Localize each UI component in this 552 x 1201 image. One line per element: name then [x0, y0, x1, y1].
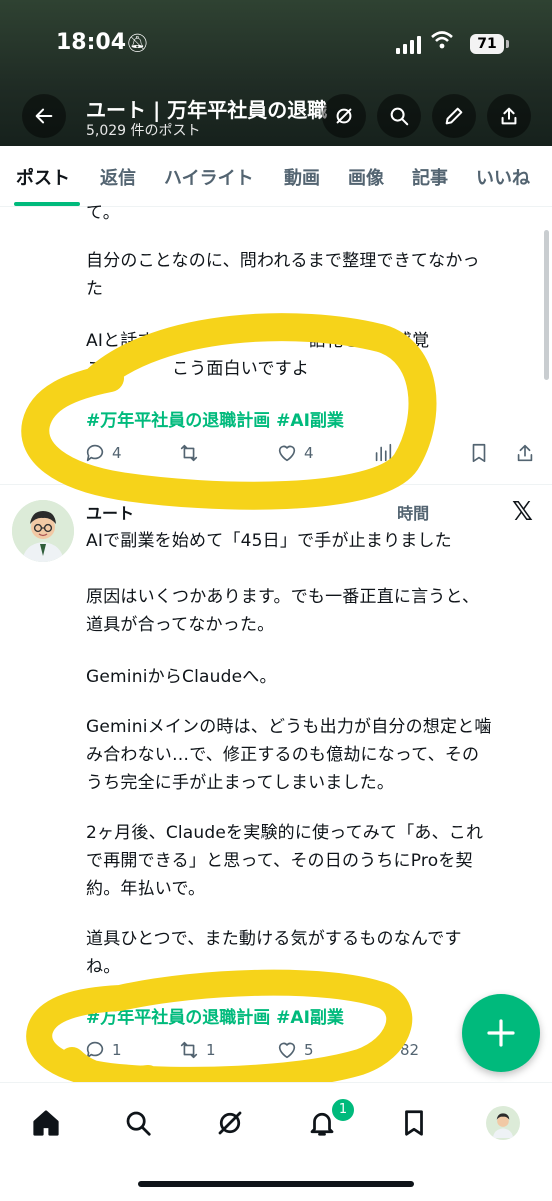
reply-count: 4	[112, 444, 122, 462]
nav-bookmarks[interactable]	[394, 1103, 434, 1143]
views-icon	[375, 1040, 392, 1059]
reply-icon	[86, 1041, 104, 1059]
post-author-row[interactable]: ユート 時間	[86, 500, 429, 524]
heart-icon	[278, 445, 296, 462]
grok-button[interactable]	[322, 94, 366, 138]
cellular-signal-icon	[396, 36, 421, 54]
tab-images[interactable]: 画像	[348, 164, 384, 190]
x-logo-icon: 𝕏	[512, 497, 533, 527]
avatar-illustration	[12, 500, 74, 562]
tab-articles[interactable]: 記事	[412, 164, 448, 190]
post-text-line: AIと話すことで 語化される感覚	[86, 331, 430, 351]
tab-videos[interactable]: 動画	[284, 164, 320, 190]
post-text-line: て。	[86, 203, 120, 223]
reply-button[interactable]: 1	[84, 1039, 122, 1061]
post-text-line: AIで副業を始めて「45日」で手が止まりました	[86, 531, 452, 551]
post-text-line: 道具が合ってなかった。	[86, 615, 275, 635]
repost-button[interactable]	[178, 442, 206, 464]
notification-badge: 1	[330, 1097, 356, 1123]
tab-highlights[interactable]: ハイライト	[164, 164, 254, 190]
plus-icon	[487, 1019, 515, 1047]
repost-button[interactable]: 1	[178, 1039, 216, 1061]
post-text-line: 約。年払いで。	[86, 879, 206, 899]
post-text-line: これ こう面白いですよ	[86, 359, 310, 379]
post-text-line: ね。	[86, 957, 121, 977]
home-icon	[33, 1110, 59, 1136]
heart-icon	[278, 1042, 296, 1059]
tab-likes[interactable]: いいね	[476, 164, 530, 190]
reply-count: 1	[112, 1041, 122, 1059]
search-icon	[390, 107, 409, 126]
views-button[interactable]: 82	[372, 1039, 419, 1061]
share-icon	[501, 107, 517, 125]
views-icon	[375, 443, 392, 462]
search-icon	[126, 1111, 151, 1136]
like-button[interactable]: 5	[276, 1039, 314, 1061]
tab-replies[interactable]: 返信	[100, 164, 136, 190]
nav-grok[interactable]	[210, 1103, 250, 1143]
views-button[interactable]: 4	[372, 442, 410, 464]
repost-icon	[180, 444, 198, 462]
post-text-line: うち完全に手が止まってしまいました。	[86, 773, 395, 793]
post-text-line: み合わない…で、修正するのも億劫になって、その	[86, 745, 480, 765]
post-text-line: 2ヶ月後、Claudeを実験的に使ってみて「あ、これ	[86, 823, 484, 843]
repost-count: 1	[206, 1041, 216, 1059]
nav-home[interactable]	[26, 1103, 66, 1143]
bookmark-button[interactable]	[468, 442, 490, 464]
post-text-line: 道具ひとつで、また動ける気がするものなんです	[86, 929, 462, 949]
wifi-icon	[430, 30, 454, 55]
pencil-icon	[445, 107, 463, 125]
home-indicator	[138, 1181, 414, 1187]
arrow-left-icon	[35, 108, 53, 124]
share-button[interactable]	[487, 94, 531, 138]
reply-icon	[86, 444, 104, 462]
post-hashtags[interactable]: #万年平社員の退職計画 #AI副業	[86, 406, 344, 431]
like-count: 5	[304, 1041, 314, 1059]
grok-icon	[336, 108, 352, 124]
post-text-line: で再開できる」と思って、その日のうちにProを契	[86, 851, 473, 871]
avatar[interactable]	[12, 500, 74, 562]
edit-button[interactable]	[432, 94, 476, 138]
view-count: 82	[400, 1041, 420, 1059]
bookmark-icon	[405, 1110, 423, 1136]
post-time: 時間	[397, 504, 430, 523]
grok-icon	[218, 1111, 242, 1135]
reply-button[interactable]: 4	[84, 442, 122, 464]
nav-search[interactable]	[118, 1103, 158, 1143]
share-icon	[517, 444, 533, 462]
author-name: ユート	[86, 504, 135, 523]
like-button[interactable]: 4	[276, 442, 314, 464]
compose-button[interactable]	[462, 994, 540, 1072]
post-text-line: た	[86, 279, 104, 299]
status-time: 18:04	[56, 30, 127, 55]
share-post-button[interactable]	[514, 442, 536, 464]
like-count: 4	[304, 444, 314, 462]
repost-icon	[180, 1041, 198, 1059]
nav-profile[interactable]	[486, 1106, 520, 1140]
post-count: 5,029 件のポスト	[86, 123, 201, 139]
avatar	[488, 1108, 518, 1138]
post-text-line: Geminiメインの時は、どうも出力が自分の想定と噛	[86, 717, 492, 737]
battery-indicator: 71	[470, 34, 509, 54]
search-button[interactable]	[377, 94, 421, 138]
tab-posts[interactable]: ポスト	[16, 164, 70, 190]
bell-off-icon: 🔕︎	[126, 33, 149, 54]
view-count: 4	[400, 444, 410, 462]
post-text-line: 自分のことなのに、問われるまで整理できてなかっ	[86, 251, 480, 271]
profile-tabs: ポスト 返信 ハイライト 動画 画像 記事 いいね	[0, 146, 552, 207]
post-hashtags[interactable]: #万年平社員の退職計画 #AI副業	[86, 1003, 344, 1028]
bottom-navigation: 1	[0, 1082, 552, 1201]
bookmark-icon	[472, 443, 486, 463]
back-button[interactable]	[22, 94, 66, 138]
post-divider	[0, 484, 552, 485]
post-text-line: 原因はいくつかあります。でも一番正直に言うと、	[86, 587, 480, 607]
profile-header: 18:04 🔕︎ 71 ユート | 万年平社員の退職 5,029 件のポスト	[0, 0, 552, 146]
scrollbar[interactable]	[544, 230, 549, 380]
post-text-line: GeminiからClaudeへ。	[86, 667, 277, 687]
active-tab-indicator	[14, 202, 80, 206]
